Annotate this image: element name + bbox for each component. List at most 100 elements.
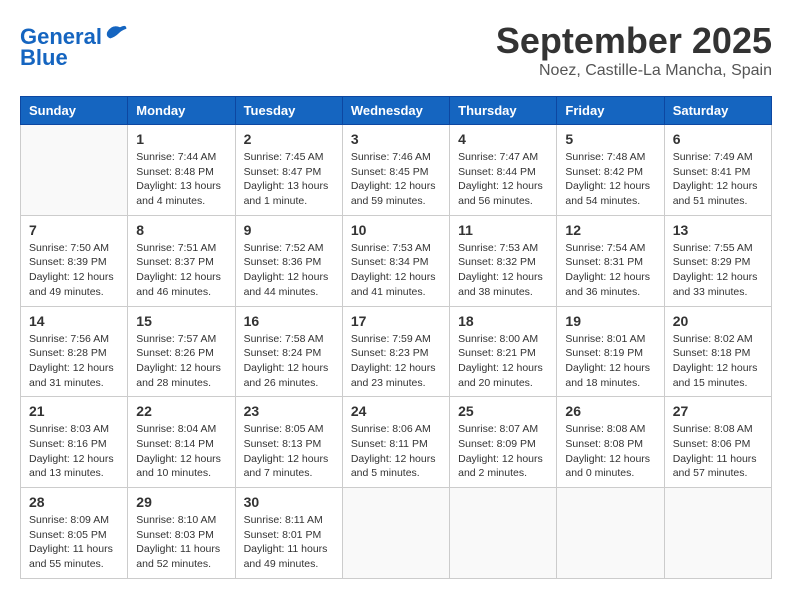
table-row: 15Sunrise: 7:57 AMSunset: 8:26 PMDayligh…: [128, 306, 235, 397]
col-header-friday: Friday: [557, 97, 664, 125]
month-title: September 2025: [496, 20, 772, 62]
table-row: 17 Sunrise: 7:59 AMSunset: 8:23 PMDayligh…: [342, 306, 449, 397]
table-row: 10Sunrise: 7:53 AMSunset: 8:34 PMDayligh…: [342, 215, 449, 306]
day-info: Sunrise: 8:04 AMSunset: 8:14 PMDaylight:…: [136, 422, 226, 481]
calendar: SundayMondayTuesdayWednesdayThursdayFrid…: [20, 96, 772, 579]
day-info: Sunrise: 7:44 AMSunset: 8:48 PMDaylight:…: [136, 150, 226, 209]
table-row: 7Sunrise: 7:50 AMSunset: 8:39 PMDaylight…: [21, 215, 128, 306]
table-row: 29 Sunrise: 8:10 AMSunset: 8:03 PMDayligh…: [128, 488, 235, 579]
day-number: 24: [351, 403, 441, 419]
table-row: [450, 488, 557, 579]
day-number: 16: [244, 313, 334, 329]
day-number: 28: [29, 494, 119, 510]
table-row: 9Sunrise: 7:52 AMSunset: 8:36 PMDaylight…: [235, 215, 342, 306]
col-header-saturday: Saturday: [664, 97, 771, 125]
table-row: 20Sunrise: 8:02 AMSunset: 8:18 PMDayligh…: [664, 306, 771, 397]
table-row: 12 Sunrise: 7:54 AMSunset: 8:31 PMDayligh…: [557, 215, 664, 306]
day-info: Sunrise: 8:08 AMSunset: 8:06 PMDaylight:…: [673, 422, 763, 481]
day-number: 17: [351, 313, 441, 329]
day-info: Sunrise: 7:53 AMSunset: 8:34 PMDaylight:…: [351, 241, 441, 300]
day-number: 3: [351, 131, 441, 147]
table-row: 18Sunrise: 8:00 AMSunset: 8:21 PMDayligh…: [450, 306, 557, 397]
day-number: 29: [136, 494, 226, 510]
table-row: 5 Sunrise: 7:48 AMSunset: 8:42 PMDaylight…: [557, 125, 664, 216]
table-row: 1 Sunrise: 7:44 AMSunset: 8:48 PMDaylight…: [128, 125, 235, 216]
table-row: [664, 488, 771, 579]
day-info: Sunrise: 7:49 AMSunset: 8:41 PMDaylight:…: [673, 150, 763, 209]
day-number: 6: [673, 131, 763, 147]
table-row: 24 Sunrise: 8:06 AMSunset: 8:11 PMDayligh…: [342, 397, 449, 488]
table-row: 22 Sunrise: 8:04 AMSunset: 8:14 PMDayligh…: [128, 397, 235, 488]
col-header-thursday: Thursday: [450, 97, 557, 125]
day-number: 30: [244, 494, 334, 510]
day-number: 23: [244, 403, 334, 419]
day-info: Sunrise: 7:52 AMSunset: 8:36 PMDaylight:…: [244, 241, 334, 300]
day-number: 27: [673, 403, 763, 419]
table-row: 19 Sunrise: 8:01 AMSunset: 8:19 PMDayligh…: [557, 306, 664, 397]
day-info: Sunrise: 7:54 AMSunset: 8:31 PMDaylight:…: [565, 241, 655, 300]
day-info: Sunrise: 7:56 AMSunset: 8:28 PMDaylight:…: [29, 332, 119, 391]
day-number: 14: [29, 313, 119, 329]
day-info: Sunrise: 7:53 AMSunset: 8:32 PMDaylight:…: [458, 241, 548, 300]
col-header-wednesday: Wednesday: [342, 97, 449, 125]
day-info: Sunrise: 7:47 AMSunset: 8:44 PMDaylight:…: [458, 150, 548, 209]
day-info: Sunrise: 7:59 AMSunset: 8:23 PMDaylight:…: [351, 332, 441, 391]
day-number: 26: [565, 403, 655, 419]
table-row: 21 Sunrise: 8:03 AMSunset: 8:16 PMDayligh…: [21, 397, 128, 488]
day-number: 12: [565, 222, 655, 238]
table-row: [342, 488, 449, 579]
day-info: Sunrise: 8:09 AMSunset: 8:05 PMDaylight:…: [29, 513, 119, 572]
table-row: 14 Sunrise: 7:56 AMSunset: 8:28 PMDayligh…: [21, 306, 128, 397]
day-number: 13: [673, 222, 763, 238]
logo: General Blue: [20, 20, 128, 71]
day-info: Sunrise: 8:02 AMSunset: 8:18 PMDaylight:…: [673, 332, 763, 391]
day-number: 21: [29, 403, 119, 419]
location-title: Noez, Castille-La Mancha, Spain: [496, 62, 772, 80]
table-row: [21, 125, 128, 216]
day-number: 22: [136, 403, 226, 419]
day-info: Sunrise: 7:46 AMSunset: 8:45 PMDaylight:…: [351, 150, 441, 209]
day-number: 5: [565, 131, 655, 147]
day-info: Sunrise: 7:57 AMSunset: 8:26 PMDaylight:…: [136, 332, 226, 391]
day-info: Sunrise: 8:00 AMSunset: 8:21 PMDaylight:…: [458, 332, 548, 391]
day-info: Sunrise: 7:48 AMSunset: 8:42 PMDaylight:…: [565, 150, 655, 209]
day-info: Sunrise: 8:05 AMSunset: 8:13 PMDaylight:…: [244, 422, 334, 481]
day-info: Sunrise: 8:01 AMSunset: 8:19 PMDaylight:…: [565, 332, 655, 391]
day-info: Sunrise: 7:58 AMSunset: 8:24 PMDaylight:…: [244, 332, 334, 391]
day-number: 19: [565, 313, 655, 329]
logo-bird-icon: [104, 20, 128, 44]
day-info: Sunrise: 8:03 AMSunset: 8:16 PMDaylight:…: [29, 422, 119, 481]
table-row: 23 Sunrise: 8:05 AMSunset: 8:13 PMDayligh…: [235, 397, 342, 488]
table-row: 13 Sunrise: 7:55 AMSunset: 8:29 PMDayligh…: [664, 215, 771, 306]
col-header-monday: Monday: [128, 97, 235, 125]
day-info: Sunrise: 8:08 AMSunset: 8:08 PMDaylight:…: [565, 422, 655, 481]
title-area: September 2025 Noez, Castille-La Mancha,…: [496, 20, 772, 80]
table-row: 2Sunrise: 7:45 AMSunset: 8:47 PMDaylight…: [235, 125, 342, 216]
day-number: 25: [458, 403, 548, 419]
day-info: Sunrise: 8:07 AMSunset: 8:09 PMDaylight:…: [458, 422, 548, 481]
table-row: 16 Sunrise: 7:58 AMSunset: 8:24 PMDayligh…: [235, 306, 342, 397]
col-header-sunday: Sunday: [21, 97, 128, 125]
day-number: 8: [136, 222, 226, 238]
table-row: 8 Sunrise: 7:51 AMSunset: 8:37 PMDaylight…: [128, 215, 235, 306]
table-row: 30 Sunrise: 8:11 AMSunset: 8:01 PMDayligh…: [235, 488, 342, 579]
table-row: [557, 488, 664, 579]
day-info: Sunrise: 7:50 AMSunset: 8:39 PMDaylight:…: [29, 241, 119, 300]
table-row: 28 Sunrise: 8:09 AMSunset: 8:05 PMDayligh…: [21, 488, 128, 579]
day-number: 4: [458, 131, 548, 147]
col-header-tuesday: Tuesday: [235, 97, 342, 125]
day-number: 11: [458, 222, 548, 238]
day-info: Sunrise: 7:55 AMSunset: 8:29 PMDaylight:…: [673, 241, 763, 300]
day-info: Sunrise: 8:10 AMSunset: 8:03 PMDaylight:…: [136, 513, 226, 572]
table-row: 3 Sunrise: 7:46 AMSunset: 8:45 PMDaylight…: [342, 125, 449, 216]
day-number: 1: [136, 131, 226, 147]
day-info: Sunrise: 8:11 AMSunset: 8:01 PMDaylight:…: [244, 513, 334, 572]
table-row: 11 Sunrise: 7:53 AMSunset: 8:32 PMDayligh…: [450, 215, 557, 306]
table-row: 25 Sunrise: 8:07 AMSunset: 8:09 PMDayligh…: [450, 397, 557, 488]
table-row: 27 Sunrise: 8:08 AMSunset: 8:06 PMDayligh…: [664, 397, 771, 488]
table-row: 4 Sunrise: 7:47 AMSunset: 8:44 PMDaylight…: [450, 125, 557, 216]
day-number: 2: [244, 131, 334, 147]
table-row: 6 Sunrise: 7:49 AMSunset: 8:41 PMDaylight…: [664, 125, 771, 216]
day-info: Sunrise: 8:06 AMSunset: 8:11 PMDaylight:…: [351, 422, 441, 481]
day-info: Sunrise: 7:51 AMSunset: 8:37 PMDaylight:…: [136, 241, 226, 300]
